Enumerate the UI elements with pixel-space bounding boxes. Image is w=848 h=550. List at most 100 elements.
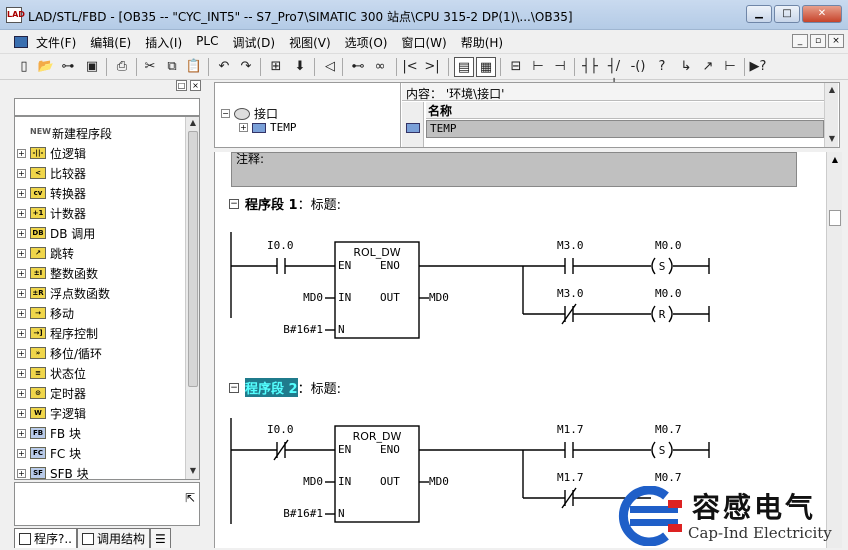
tab-program-elements[interactable]: 程序?.. bbox=[14, 528, 77, 548]
branch-open-icon[interactable]: ↳ bbox=[676, 57, 696, 77]
catalog-item[interactable]: + →] 程序控制 bbox=[17, 323, 98, 343]
accessible-nodes-icon[interactable]: ⊶ bbox=[58, 57, 78, 77]
expand-icon[interactable]: + bbox=[17, 228, 26, 238]
catalog-search-field[interactable] bbox=[14, 98, 200, 116]
expand-icon[interactable]: + bbox=[17, 408, 26, 418]
interface-root[interactable]: − 接口 bbox=[221, 105, 278, 122]
new-icon[interactable]: ▯ bbox=[14, 57, 34, 77]
empty-box-icon[interactable]: ? bbox=[652, 57, 672, 77]
expand-icon[interactable]: + bbox=[17, 288, 26, 298]
menu-view[interactable]: 视图(V) bbox=[289, 34, 331, 51]
redo-icon[interactable]: ↷ bbox=[236, 57, 256, 77]
close-button[interactable]: ✕ bbox=[802, 5, 842, 23]
menu-file[interactable]: 文件(F) bbox=[36, 34, 76, 51]
expand-icon[interactable]: + bbox=[17, 348, 26, 358]
catalog-item[interactable]: + cv 转换器 bbox=[17, 183, 86, 203]
coil-icon[interactable]: -() bbox=[628, 57, 648, 77]
network-icon[interactable]: ⊷ bbox=[348, 57, 368, 77]
save-icon[interactable]: ▣ bbox=[82, 57, 102, 77]
no-contact-icon[interactable]: ┤├ bbox=[580, 57, 600, 77]
expand-icon[interactable]: + bbox=[17, 248, 26, 258]
tab-more[interactable]: ☰ bbox=[150, 528, 171, 548]
temp-row[interactable]: TEMP bbox=[426, 120, 824, 138]
menu-window[interactable]: 窗口(W) bbox=[401, 34, 446, 51]
glasses-icon[interactable]: ∞ bbox=[370, 57, 390, 77]
catalog-item[interactable]: + W 字逻辑 bbox=[17, 403, 86, 423]
compare-icon[interactable]: ⊞ bbox=[266, 57, 286, 77]
connect-icon[interactable]: ⊢ bbox=[720, 57, 740, 77]
detail-view-icon[interactable]: ▦ bbox=[476, 57, 496, 77]
panel-dock-button[interactable]: □ bbox=[176, 80, 187, 91]
catalog-item[interactable]: + ±I 整数函数 bbox=[17, 263, 98, 283]
expand-icon[interactable]: + bbox=[17, 368, 26, 378]
expand-icon[interactable]: + bbox=[239, 123, 248, 132]
interface-temp[interactable]: + TEMP bbox=[239, 121, 297, 134]
n1-coil1-addr: M0.0 bbox=[655, 239, 682, 252]
minimize-button[interactable]: ▁ bbox=[746, 5, 772, 23]
open-icon[interactable]: 📂 bbox=[36, 57, 56, 77]
expand-icon[interactable]: + bbox=[17, 208, 26, 218]
catalog-item[interactable]: + FB FB 块 bbox=[17, 423, 81, 443]
menu-insert[interactable]: 插入(I) bbox=[145, 34, 182, 51]
expand-icon[interactable]: + bbox=[17, 388, 26, 398]
catalog-item[interactable]: NEW 新建程序段 bbox=[17, 123, 112, 143]
expand-icon[interactable]: + bbox=[17, 448, 26, 458]
menu-plc[interactable]: PLC bbox=[196, 34, 218, 51]
expand-icon[interactable]: + bbox=[17, 468, 26, 478]
catalog-item[interactable]: + SF SFB 块 bbox=[17, 463, 89, 479]
catalog-item[interactable]: + ⊙ 定时器 bbox=[17, 383, 86, 403]
menu-help[interactable]: 帮助(H) bbox=[461, 34, 503, 51]
print-icon[interactable]: ⎙ bbox=[112, 57, 132, 77]
paste-icon[interactable]: 📋 bbox=[184, 57, 204, 77]
expand-icon[interactable]: + bbox=[17, 148, 26, 158]
help-icon[interactable]: ▶? bbox=[748, 57, 768, 77]
menu-edit[interactable]: 编辑(E) bbox=[90, 34, 131, 51]
menu-options[interactable]: 选项(O) bbox=[345, 34, 388, 51]
nc-contact-icon[interactable]: ┤/├ bbox=[604, 57, 624, 94]
close-branch-icon[interactable]: ⊣ bbox=[550, 57, 570, 77]
expand-icon[interactable]: + bbox=[17, 168, 26, 178]
collapse-icon[interactable]: − bbox=[229, 382, 239, 393]
catalog-item[interactable]: + < 比较器 bbox=[17, 163, 86, 183]
copy-icon[interactable]: ⧉ bbox=[162, 57, 182, 77]
undo-icon[interactable]: ↶ bbox=[214, 57, 234, 77]
catalog-item[interactable]: + DB DB 调用 bbox=[17, 223, 95, 243]
menu-debug[interactable]: 调试(D) bbox=[232, 34, 275, 51]
monitor-icon[interactable]: ◁ bbox=[320, 57, 340, 77]
watermark: 容感电气 Cap-Ind Electricity bbox=[600, 484, 848, 548]
expand-icon[interactable]: + bbox=[17, 308, 26, 318]
panel-close-button[interactable]: × bbox=[190, 80, 201, 91]
catalog-item[interactable]: + -||- 位逻辑 bbox=[17, 143, 86, 163]
tab-call-structure[interactable]: 调用结构 bbox=[77, 528, 151, 548]
catalog-scrollbar[interactable]: ▲ ▼ bbox=[185, 117, 199, 479]
expand-icon[interactable]: + bbox=[17, 328, 26, 338]
mdi-close-button[interactable]: × bbox=[828, 34, 844, 48]
expand-icon[interactable]: + bbox=[17, 188, 26, 198]
catalog-item-icon: ↗ bbox=[30, 247, 46, 259]
catalog-item[interactable]: + ↗ 跳转 bbox=[17, 243, 74, 263]
catalog-item[interactable]: + → 移动 bbox=[17, 303, 74, 323]
first-icon[interactable]: |< bbox=[400, 57, 420, 77]
expand-icon[interactable]: + bbox=[17, 428, 26, 438]
branch-icon[interactable]: ⊢ bbox=[528, 57, 548, 77]
catalog-item[interactable]: + ±R 浮点数函数 bbox=[17, 283, 110, 303]
network-2-title[interactable]: − 程序段 2 ：标题: bbox=[229, 378, 341, 397]
download-icon[interactable]: ⬇ bbox=[290, 57, 310, 77]
interface-scrollbar[interactable]: ▲ ▼ bbox=[824, 83, 838, 147]
mdi-minimize-button[interactable]: _ bbox=[792, 34, 808, 48]
mdi-restore-button[interactable]: ▫ bbox=[810, 34, 826, 48]
collapse-icon[interactable]: − bbox=[221, 109, 230, 118]
catalog-item[interactable]: + +1 计数器 bbox=[17, 203, 86, 223]
catalog-item[interactable]: + FC FC 块 bbox=[17, 443, 81, 463]
document-icon[interactable] bbox=[14, 36, 28, 48]
expand-icon[interactable]: + bbox=[17, 268, 26, 278]
overview-icon[interactable]: ▤ bbox=[454, 57, 474, 77]
cursor-icon[interactable]: ⇱ bbox=[185, 491, 195, 505]
cut-icon[interactable]: ✂ bbox=[140, 57, 160, 77]
branch-close-icon[interactable]: ↗ bbox=[698, 57, 718, 77]
new-network-icon[interactable]: ⊟ bbox=[506, 57, 526, 77]
last-icon[interactable]: >| bbox=[422, 57, 442, 77]
catalog-item[interactable]: + ≡ 状态位 bbox=[17, 363, 86, 383]
catalog-item[interactable]: + » 移位/循环 bbox=[17, 343, 102, 363]
maximize-button[interactable]: □ bbox=[774, 5, 800, 23]
